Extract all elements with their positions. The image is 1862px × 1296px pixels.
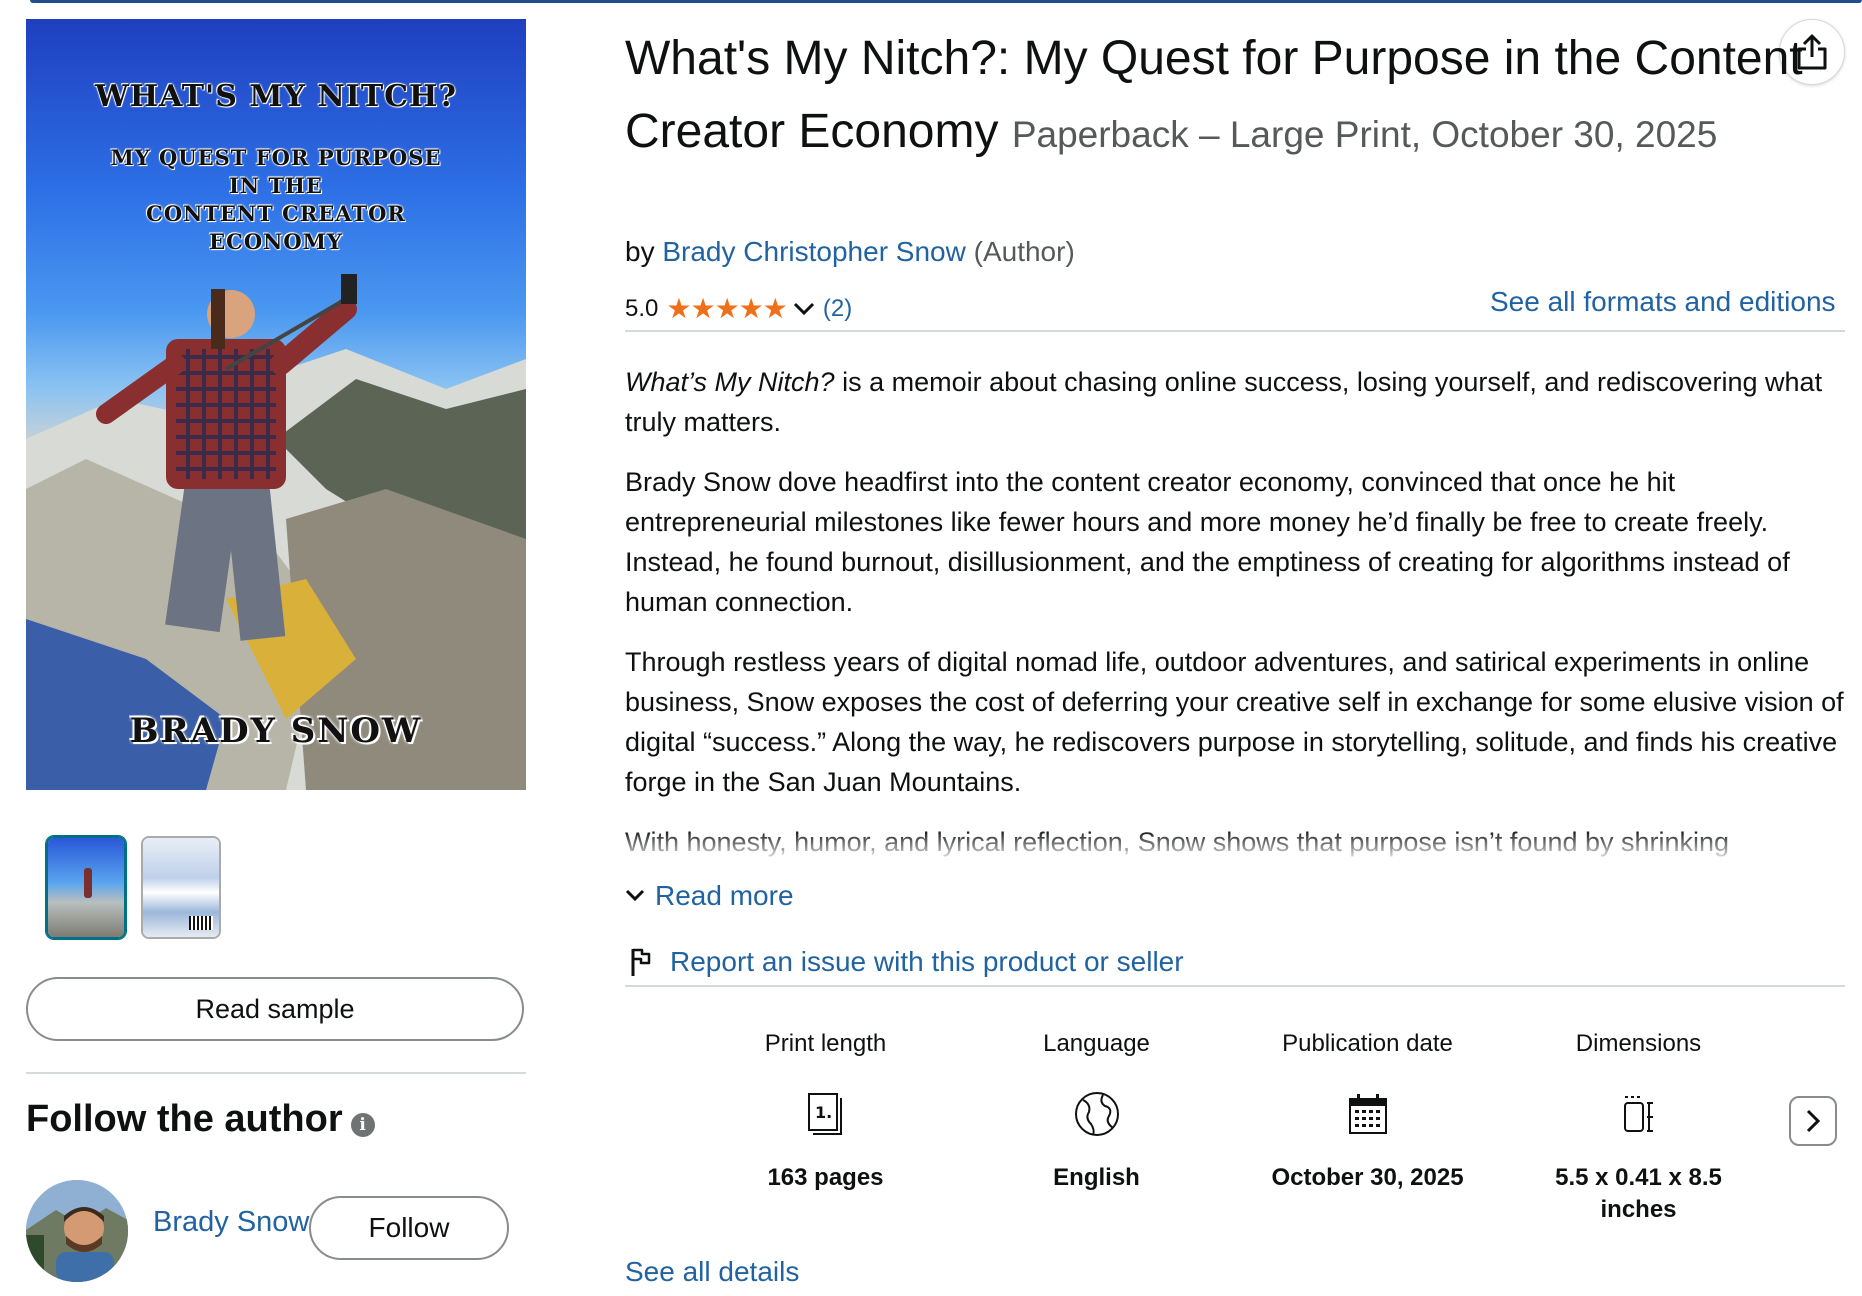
read-sample-button[interactable]: Read sample <box>26 977 524 1041</box>
book-description: What’s My Nitch? is a memoir about chasi… <box>625 362 1850 860</box>
report-issue-label: Report an issue with this product or sel… <box>670 946 1184 977</box>
chevron-right-icon <box>1806 1109 1821 1133</box>
star-rating-icon[interactable]: ★★★★★ <box>666 292 788 325</box>
rating-row: 5.0 ★★★★★ (2) <box>625 292 852 325</box>
thumbnail-back-cover[interactable] <box>141 836 221 939</box>
divider <box>625 985 1845 987</box>
image-column: WHAT'S MY NITCH? MY QUEST FOR PURPOSE IN… <box>26 0 526 1296</box>
description-paragraph: Brady Snow dove headfirst into the conte… <box>625 467 1790 617</box>
ruler-dimensions-icon <box>1623 1096 1653 1132</box>
divider <box>625 330 1845 332</box>
author-role: (Author) <box>973 236 1075 267</box>
detail-value: 5.5 x 0.41 x 8.5 inches <box>1555 1164 1722 1223</box>
detail-value: English <box>1053 1164 1140 1191</box>
read-more-link[interactable]: Read more <box>625 880 794 912</box>
cover-subtitle-text: MY QUEST FOR PURPOSE IN THE CONTENT CREA… <box>110 145 442 254</box>
book-cover-image[interactable]: WHAT'S MY NITCH? MY QUEST FOR PURPOSE IN… <box>26 19 526 790</box>
description-fade <box>625 830 1850 870</box>
thumbnail-front-cover[interactable] <box>46 836 126 939</box>
by-prefix: by <box>625 236 655 267</box>
detail-value: 163 pages <box>767 1164 884 1191</box>
divider <box>26 1072 526 1074</box>
report-issue-link[interactable]: Report an issue with this product or sel… <box>630 946 1184 978</box>
detail-label: Dimensions <box>1575 1030 1702 1057</box>
author-avatar[interactable] <box>26 1180 128 1282</box>
detail-label: Language <box>1043 1030 1150 1057</box>
detail-label: Print length <box>764 1030 887 1057</box>
detail-value: October 30, 2025 <box>1271 1164 1464 1191</box>
detail-label: Publication date <box>1282 1030 1453 1057</box>
edition-text: Paperback – Large Print, October 30, 202… <box>1011 114 1718 155</box>
detail-print-length: Print length 1. 163 pages <box>690 1030 961 1226</box>
image-thumbnails <box>46 836 221 939</box>
description-paragraph: Through restless years of digital nomad … <box>625 647 1844 797</box>
info-icon[interactable]: i <box>350 1112 375 1137</box>
author-name-link[interactable]: Brady Snow <box>153 1206 309 1239</box>
detail-publication-date: Publication date October 30, 2025 <box>1232 1030 1503 1226</box>
byline: by Brady Christopher Snow (Author) <box>625 236 1075 268</box>
description-paragraph: What’s My Nitch? is a memoir about chasi… <box>625 362 1850 442</box>
description-title-italic: What’s My Nitch? <box>625 367 835 397</box>
cover-title-text: WHAT'S MY NITCH? <box>95 79 457 114</box>
follow-heading-text: Follow the author <box>26 1098 343 1140</box>
detail-dimensions: Dimensions 5.5 x 0.41 x 8.5 inches <box>1503 1030 1774 1226</box>
detail-language: Language English <box>961 1030 1232 1226</box>
rating-value: 5.0 <box>625 294 659 322</box>
see-all-formats-link[interactable]: See all formats and editions <box>1490 286 1836 318</box>
globe-icon <box>1074 1092 1119 1136</box>
product-details-carousel: Print length 1. 163 pages Language Engli… <box>690 1030 1774 1226</box>
chevron-down-icon[interactable] <box>793 302 815 316</box>
cover-scene <box>26 274 526 790</box>
read-more-label: Read more <box>655 880 794 911</box>
flag-icon <box>631 948 651 976</box>
follow-button[interactable]: Follow <box>309 1196 509 1260</box>
rating-count-link[interactable]: (2) <box>823 295 852 323</box>
book-pages-icon: 1. <box>807 1093 842 1135</box>
calendar-icon <box>1348 1094 1387 1134</box>
chevron-down-icon <box>625 889 645 902</box>
author-link[interactable]: Brady Christopher Snow <box>662 236 965 267</box>
follow-the-author-heading: Follow the author i <box>26 1098 375 1141</box>
carousel-next-button[interactable] <box>1789 1096 1837 1146</box>
svg-text:1.: 1. <box>815 1103 832 1122</box>
avatar-portrait <box>26 1180 128 1282</box>
cover-author-text: BRADY SNOW <box>129 711 423 751</box>
see-all-details-link[interactable]: See all details <box>625 1256 799 1288</box>
product-title: What's My Nitch?: My Quest for Purpose i… <box>625 22 1805 171</box>
